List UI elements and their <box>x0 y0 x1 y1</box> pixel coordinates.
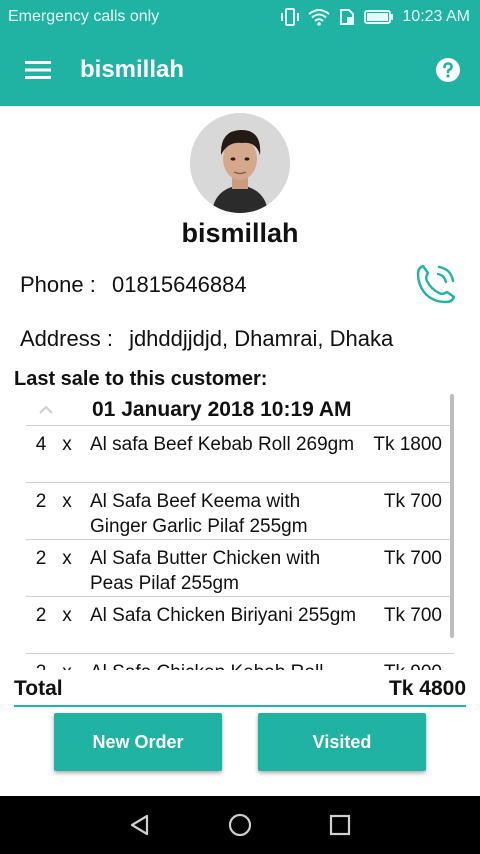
item-qty: 2 <box>35 605 47 626</box>
sale-group-header[interactable]: 01 January 2018 10:19 AM <box>26 394 454 426</box>
address-row: Address : jdhddjjdjd, Dhamrai, Dhaka <box>20 326 393 352</box>
app-title: bismillah <box>80 56 185 83</box>
item-times: x <box>62 491 72 512</box>
total-row: Total Tk 4800 <box>14 677 466 705</box>
visited-button[interactable]: Visited <box>258 713 426 771</box>
wifi-icon <box>308 8 331 26</box>
sale-list[interactable]: 01 January 2018 10:19 AM 4 x Al safa Bee… <box>26 394 454 670</box>
item-name: Al safa Beef Kebab Roll 269gm <box>90 434 355 455</box>
list-scrollbar[interactable] <box>450 394 454 638</box>
list-item: 2 x Al Safa Chicken Kebab Roll Tk 900 <box>26 654 454 670</box>
item-qty: 2 <box>26 660 56 670</box>
item-price: Tk 900 <box>360 660 454 670</box>
chevron-up-icon[interactable] <box>26 405 66 415</box>
item-price: Tk 700 <box>383 491 442 512</box>
item-price: Tk 700 <box>383 548 442 569</box>
customer-name: bismillah <box>181 218 299 248</box>
phone-call-icon[interactable] <box>410 260 460 310</box>
item-price: Tk 700 <box>383 605 442 626</box>
list-item: 2 x Al Safa Chicken Biriyani 255gm Tk 70… <box>26 597 454 654</box>
phone-row: Phone : 01815646884 <box>20 272 247 298</box>
item-name: Al Safa Chicken Kebab Roll <box>90 660 360 670</box>
item-price: Tk 1800 <box>373 434 442 455</box>
item-qty: 2 <box>35 548 47 569</box>
system-nav-bar <box>0 796 480 854</box>
status-icons: 10:23 AM <box>280 8 470 26</box>
item-times: x <box>62 605 72 626</box>
phone-value: 01815646884 <box>111 272 247 297</box>
item-name: Al Safa Butter Chicken with Peas Pilaf 2… <box>90 548 321 594</box>
list-item: 2 x Al Safa Beef Keema with Ginger Garli… <box>26 483 454 540</box>
back-icon[interactable] <box>120 805 160 845</box>
new-order-button[interactable]: New Order <box>54 713 222 771</box>
item-times: x <box>58 660 76 670</box>
last-sale-heading: Last sale to this customer: <box>14 368 268 390</box>
item-times: x <box>62 434 72 455</box>
app-bar: bismillah <box>0 34 480 106</box>
sale-date: 01 January 2018 10:19 AM <box>92 397 352 421</box>
battery-icon <box>364 9 394 25</box>
avatar <box>190 113 290 213</box>
sim-icon <box>338 8 356 26</box>
item-qty: 4 <box>35 434 47 455</box>
item-name: Al Safa Beef Keema with Ginger Garlic Pi… <box>90 491 308 537</box>
total-value: Tk 4800 <box>388 677 466 700</box>
address-label: Address : <box>20 326 113 351</box>
total-label: Total <box>14 677 63 700</box>
help-icon[interactable] <box>434 56 462 84</box>
home-icon[interactable] <box>220 805 260 845</box>
recents-icon[interactable] <box>320 805 360 845</box>
vibrate-icon <box>280 8 300 26</box>
clock-text: 10:23 AM <box>402 8 470 25</box>
item-name: Al Safa Chicken Biriyani 255gm <box>90 605 357 626</box>
hamburger-menu-icon[interactable] <box>24 56 52 84</box>
item-qty: 2 <box>35 491 47 512</box>
carrier-text: Emergency calls only <box>8 8 160 25</box>
status-bar: Emergency calls only 10:23 AM <box>0 0 480 34</box>
total-divider <box>14 705 466 707</box>
list-item: 2 x Al Safa Butter Chicken with Peas Pil… <box>26 540 454 597</box>
list-item: 4 x Al safa Beef Kebab Roll 269gm Tk 180… <box>26 426 454 483</box>
phone-label: Phone : <box>20 272 96 297</box>
address-value: jdhddjjdjd, Dhamrai, Dhaka <box>129 326 394 351</box>
item-times: x <box>62 548 72 569</box>
